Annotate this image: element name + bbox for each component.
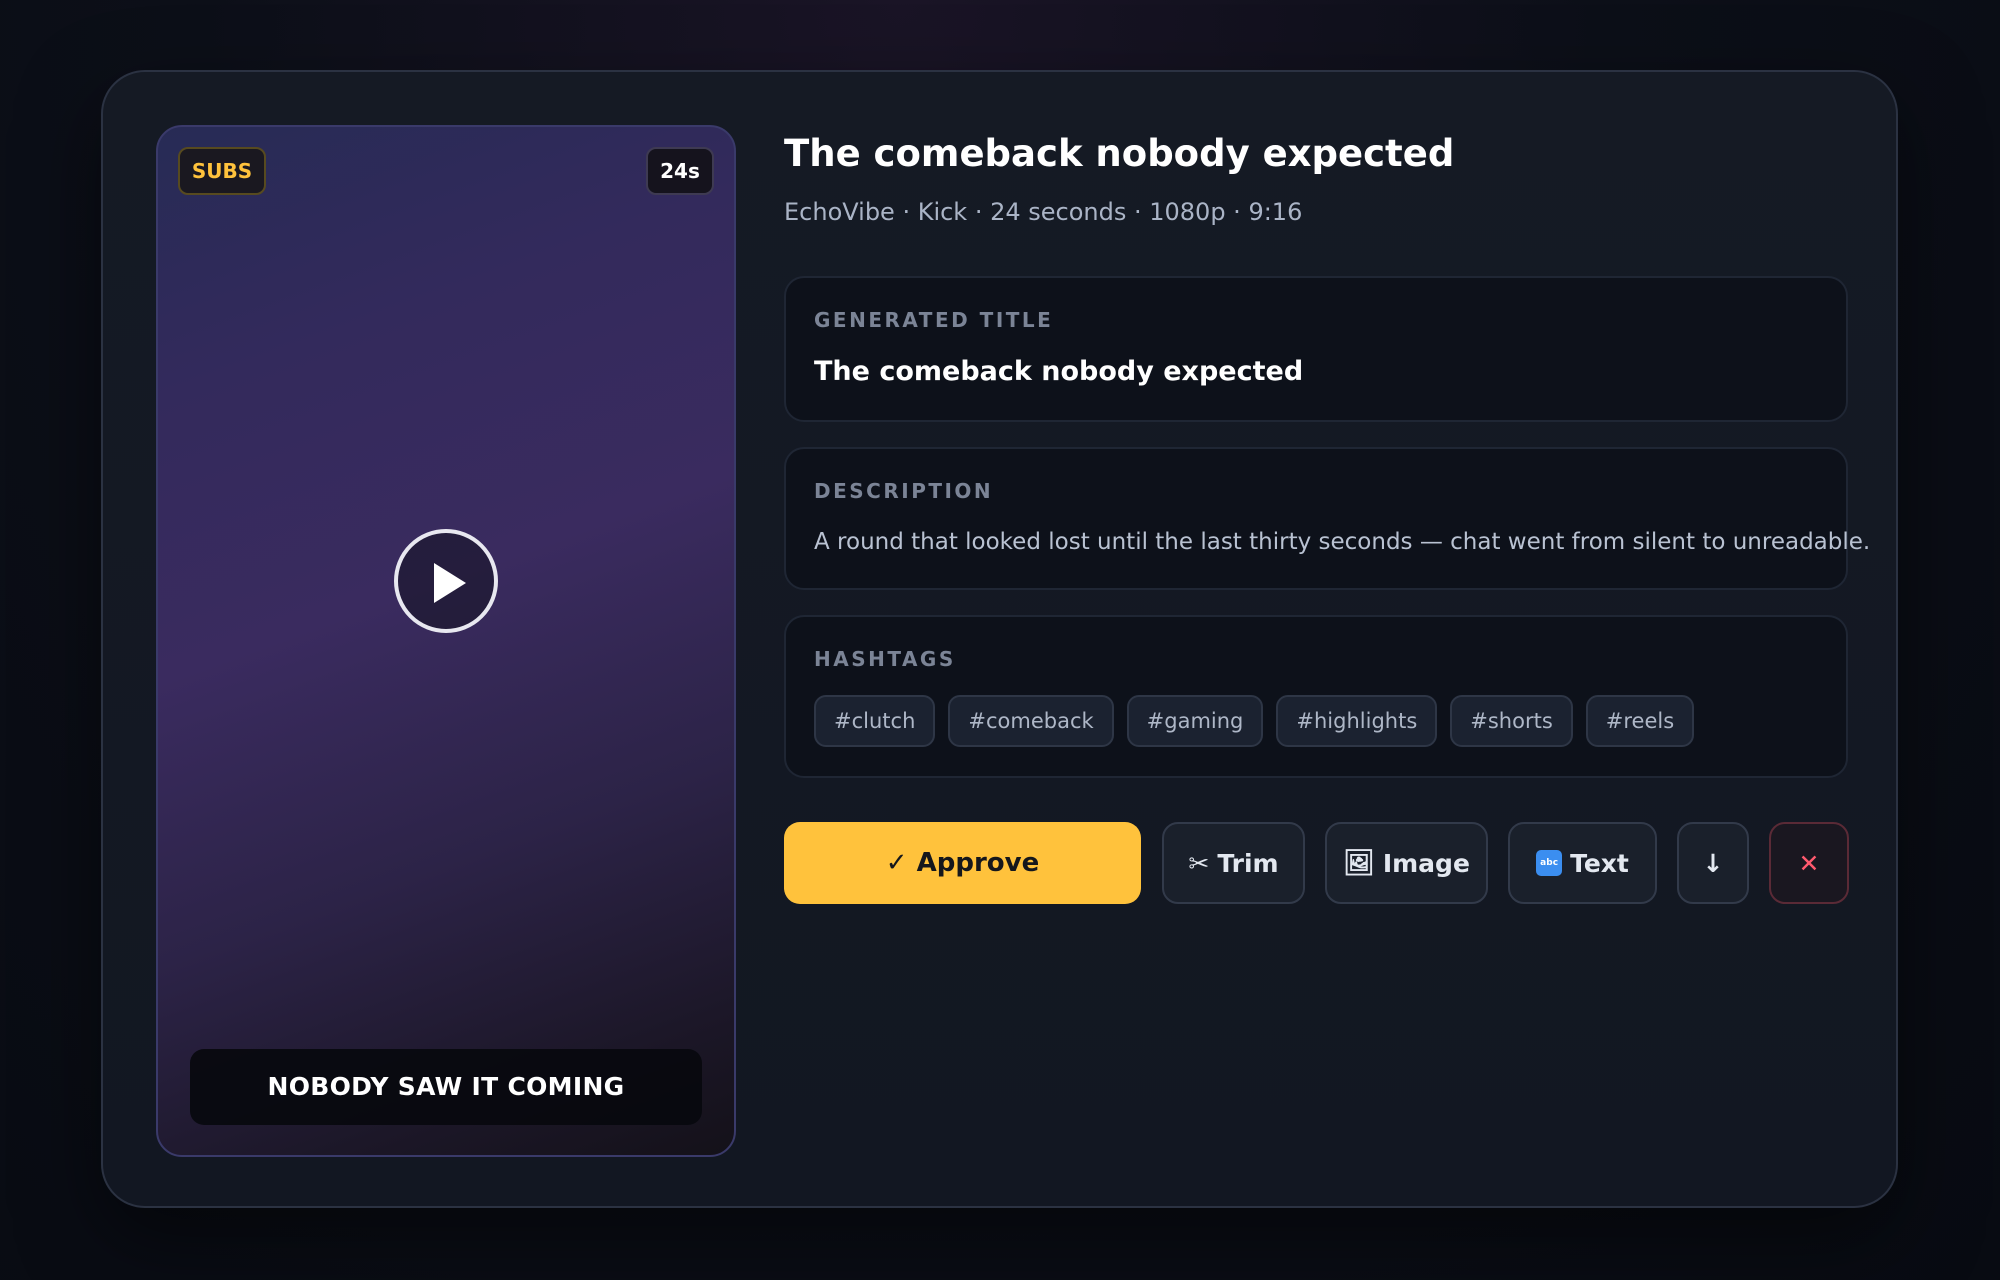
close-icon: ✕ [1798, 848, 1820, 878]
hashtag-chip[interactable]: #comeback [948, 695, 1114, 747]
subtitle-caption: NOBODY SAW IT COMING [190, 1049, 702, 1125]
play-icon [434, 563, 466, 603]
generated-title-panel: GENERATED TITLE The comeback nobody expe… [784, 276, 1848, 422]
trim-label: Trim [1217, 848, 1279, 878]
hashtag-list: #clutch #comeback #gaming #highlights #s… [814, 695, 1695, 747]
hashtag-chip[interactable]: #gaming [1126, 695, 1264, 747]
play-button[interactable] [394, 529, 498, 633]
clip-review-card: SUBS 24s NOBODY SAW IT COMING The comeba… [101, 70, 1898, 1208]
reject-button[interactable]: ✕ [1769, 822, 1849, 904]
clip-meta: EchoVibe · Kick · 24 seconds · 1080p · 9… [784, 198, 1303, 226]
generated-title-label: GENERATED TITLE [814, 308, 1054, 332]
trim-button[interactable]: ✂ Trim [1162, 822, 1305, 904]
hashtags-label: HASHTAGS [814, 647, 956, 671]
scissors-icon: ✂ [1188, 848, 1210, 878]
image-icon: 🖼 [1343, 848, 1375, 877]
hashtag-chip[interactable]: #shorts [1450, 695, 1573, 747]
subs-badge: SUBS [178, 147, 266, 195]
duration-badge: 24s [646, 147, 714, 195]
image-button[interactable]: 🖼 Image [1325, 822, 1488, 904]
image-label: Image [1382, 848, 1470, 878]
generated-title-value[interactable]: The comeback nobody expected [814, 356, 1303, 387]
hashtags-panel: HASHTAGS #clutch #comeback #gaming #high… [784, 615, 1848, 778]
approve-button[interactable]: ✓ Approve [784, 822, 1141, 904]
hashtag-chip[interactable]: #highlights [1276, 695, 1438, 747]
description-label: DESCRIPTION [814, 479, 994, 503]
text-label: Text [1570, 848, 1629, 878]
text-button[interactable]: abc Text [1508, 822, 1657, 904]
page-title: The comeback nobody expected [784, 132, 1455, 175]
text-abc-icon: abc [1536, 850, 1563, 876]
video-preview[interactable]: SUBS 24s NOBODY SAW IT COMING [156, 125, 736, 1157]
hashtag-chip[interactable]: #clutch [814, 695, 936, 747]
description-value[interactable]: A round that looked lost until the last … [814, 529, 1870, 555]
hashtag-chip[interactable]: #reels [1585, 695, 1695, 747]
description-panel: DESCRIPTION A round that looked lost unt… [784, 447, 1870, 590]
download-button[interactable]: ↓ [1677, 822, 1749, 904]
download-icon: ↓ [1702, 848, 1724, 878]
